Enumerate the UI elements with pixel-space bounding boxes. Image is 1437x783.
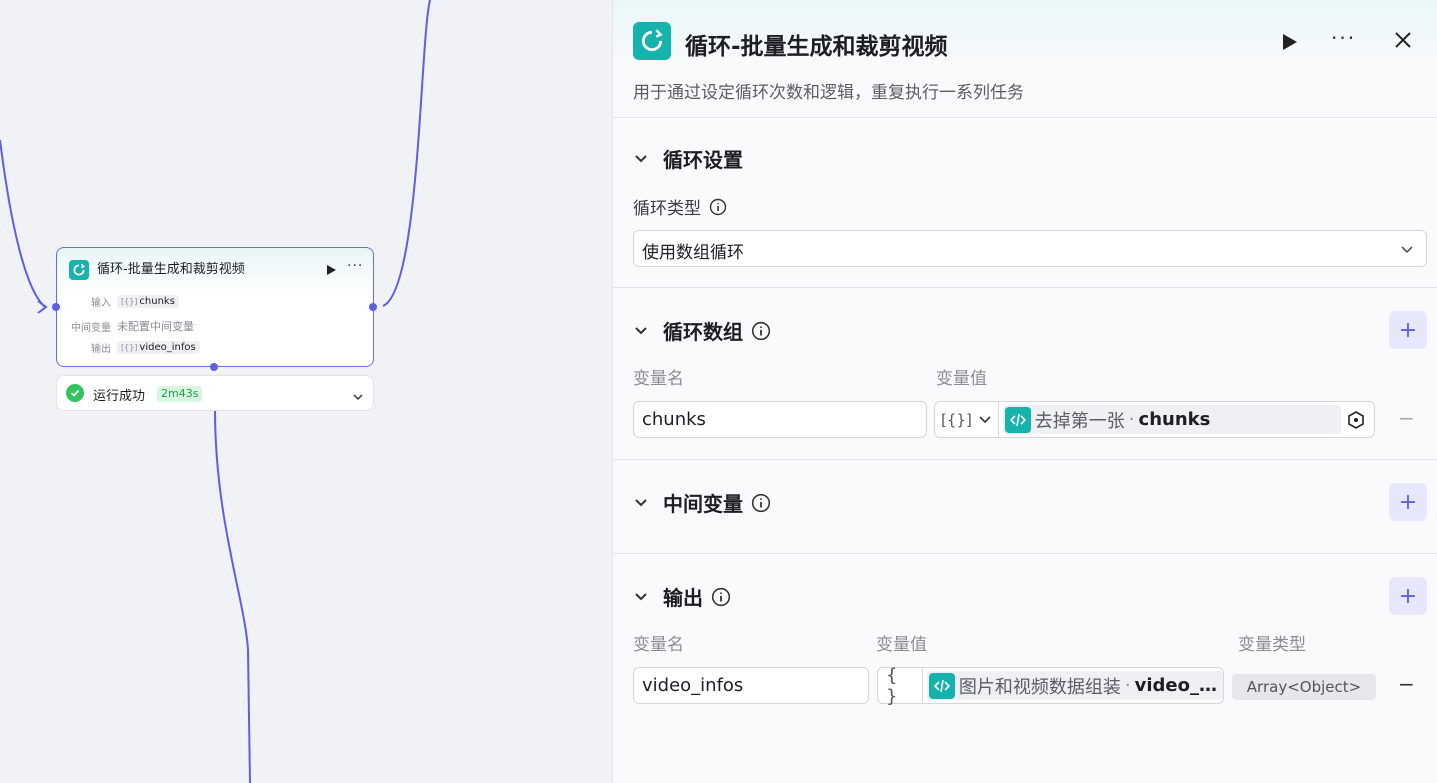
array-object-icon: [{}] [941, 410, 972, 429]
array-icon: [{}] [121, 343, 138, 352]
check-icon [66, 384, 84, 402]
loop-type-value: 使用数组循环 [642, 243, 744, 263]
chevron-down-icon[interactable] [633, 151, 649, 167]
ref-separator: · [1124, 675, 1131, 696]
section-header[interactable]: 循环设置 [633, 144, 743, 173]
type-select[interactable]: { } [878, 665, 923, 707]
output-chip: [{}] video_infos [117, 341, 200, 354]
chevron-down-icon [1401, 246, 1413, 254]
input-port[interactable] [52, 303, 60, 311]
input-label: 输入 [91, 298, 111, 309]
col-var-name: 变量名 [633, 635, 684, 655]
status-text: 运行成功 [93, 389, 146, 404]
chevron-down-icon[interactable] [633, 495, 649, 511]
ref-separator: · [1128, 409, 1135, 430]
ref-node-name: 图片和视频数据组装 [958, 676, 1121, 698]
code-icon [928, 672, 955, 699]
loop-type-label: 循环类型 [633, 194, 727, 219]
add-intermediate-button[interactable]: + [1389, 483, 1427, 521]
node-title: 循环-批量生成和裁剪视频 [97, 262, 245, 277]
col-var-name: 变量名 [633, 369, 684, 389]
object-icon: { } [886, 664, 898, 707]
panel-title: 循环-批量生成和裁剪视频 [685, 34, 948, 60]
loop-node[interactable]: 循环-批量生成和裁剪视频 ··· 输入 [{}] chunks 中间变量 未配置中… [52, 247, 377, 371]
section-title: 中间变量 [663, 492, 743, 516]
output-value-field[interactable]: { } 图片和视频数据组装 · video_… [877, 665, 1224, 707]
input-chip: [{}] chunks [117, 295, 179, 308]
type-select[interactable]: [{}] [935, 402, 999, 437]
run-status[interactable]: 运行成功 2m43s [56, 375, 374, 411]
edge-in [0, 139, 46, 308]
section-title: 输出 [663, 586, 703, 610]
section-loop-array: 循环数组 + 变量名 变量值 chunks [{}] 去掉第一张 · chunk… [613, 288, 1437, 460]
add-loop-array-button[interactable]: + [1389, 311, 1427, 349]
code-icon [1004, 406, 1031, 433]
output-label: 输出 [91, 344, 111, 355]
loop-icon [633, 22, 671, 60]
section-title: 循环设置 [663, 148, 743, 172]
output-value: video_infos [139, 342, 196, 353]
info-icon[interactable] [711, 587, 731, 607]
workflow-canvas[interactable]: 循环-批量生成和裁剪视频 ··· 输入 [{}] chunks 中间变量 未配置中… [0, 0, 612, 783]
play-icon[interactable] [1281, 32, 1299, 56]
more-icon[interactable]: ··· [347, 258, 363, 274]
section-intermediate: 中间变量 + [613, 460, 1437, 554]
edge-down [214, 409, 251, 783]
loop-array-name-input[interactable]: chunks [633, 401, 927, 438]
play-icon[interactable] [325, 262, 339, 278]
more-icon[interactable]: ··· [1331, 26, 1356, 50]
col-var-value: 变量值 [876, 635, 927, 655]
node-input-row: 输入 [{}] chunks [57, 294, 179, 309]
body-port[interactable] [210, 363, 218, 371]
add-output-button[interactable]: + [1389, 577, 1427, 615]
chevron-down-icon[interactable] [633, 589, 649, 605]
node-settings-panel: 循环-批量生成和裁剪视频 ··· 用于通过设定循环次数和逻辑，重复执行一系列任务… [612, 0, 1437, 783]
loop-array-value-field[interactable]: [{}] 去掉第一张 · chunks [934, 401, 1375, 438]
settings-hex-icon[interactable] [1346, 410, 1366, 430]
remove-row-button[interactable]: − [1398, 406, 1415, 430]
input-value: chunks [139, 296, 175, 307]
edge-in-arrow [37, 300, 48, 314]
output-type-badge: Array<Object> [1232, 674, 1376, 700]
remove-row-button[interactable]: − [1398, 672, 1415, 696]
ref-var-name: video_… [1134, 675, 1217, 696]
chevron-down-icon [979, 415, 991, 423]
panel-header: 循环-批量生成和裁剪视频 ··· 用于通过设定循环次数和逻辑，重复执行一系列任务 [613, 0, 1437, 118]
edge-out [382, 0, 431, 307]
info-icon[interactable] [751, 321, 771, 341]
chevron-down-icon[interactable] [353, 387, 363, 406]
col-var-type: 变量类型 [1238, 635, 1306, 655]
status-duration: 2m43s [157, 386, 203, 402]
section-header[interactable]: 循环数组 [633, 316, 771, 345]
mid-value: 未配置中间变量 [117, 320, 194, 333]
ref-var-name: chunks [1138, 409, 1211, 430]
chevron-down-icon[interactable] [633, 323, 649, 339]
variable-reference-tag[interactable]: 去掉第一张 · chunks [1002, 405, 1341, 434]
section-title: 循环数组 [663, 320, 743, 344]
close-icon[interactable] [1393, 30, 1413, 54]
ref-node-name: 去掉第一张 [1034, 410, 1125, 432]
node-output-row: 输出 [{}] video_infos [57, 340, 200, 355]
info-icon[interactable] [751, 493, 771, 513]
mid-label: 中间变量 [71, 322, 111, 334]
info-icon[interactable] [709, 198, 727, 216]
loop-icon [69, 260, 89, 280]
col-var-value: 变量值 [936, 369, 987, 389]
section-header[interactable]: 中间变量 [633, 488, 771, 517]
section-loop-settings: 循环设置 循环类型 使用数组循环 [613, 118, 1437, 288]
loop-type-label-text: 循环类型 [633, 199, 701, 219]
section-output: 输出 + 变量名 变量值 变量类型 video_infos { } 图片和视频数… [613, 554, 1437, 783]
loop-type-select[interactable]: 使用数组循环 [633, 230, 1427, 267]
output-port[interactable] [369, 303, 377, 311]
output-name-input[interactable]: video_infos [633, 667, 869, 704]
variable-reference-tag[interactable]: 图片和视频数据组装 · video_… [926, 671, 1223, 700]
panel-description: 用于通过设定循环次数和逻辑，重复执行一系列任务 [633, 83, 1024, 103]
array-icon: [{}] [121, 297, 138, 306]
section-header[interactable]: 输出 [633, 582, 731, 611]
node-mid-row: 中间变量 未配置中间变量 [57, 318, 194, 334]
